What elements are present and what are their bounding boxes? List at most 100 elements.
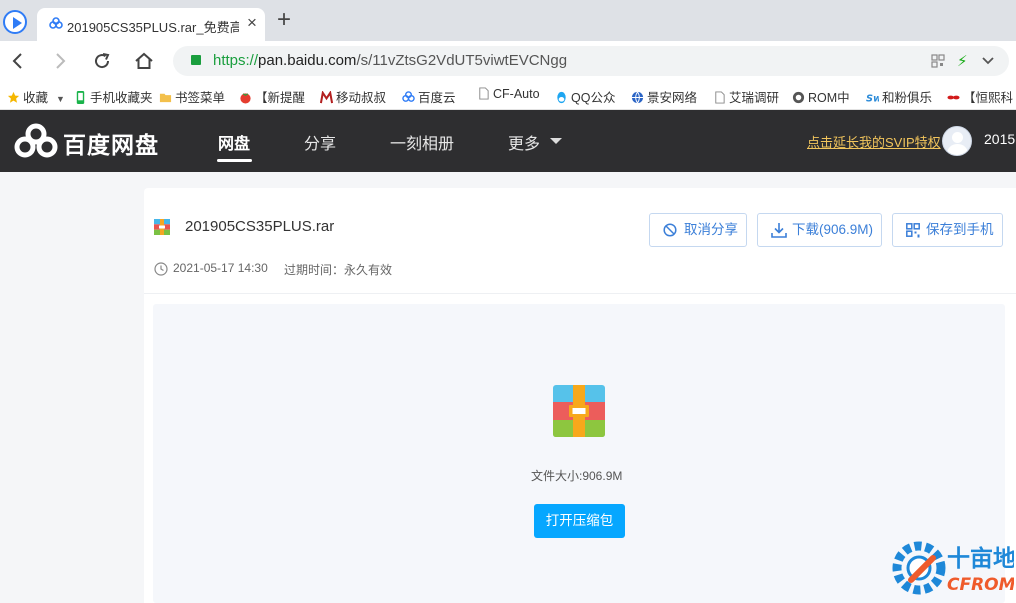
- page-icon: [479, 87, 489, 100]
- bookmark-item[interactable]: ROM中: [792, 87, 854, 105]
- qr-code-icon[interactable]: [931, 54, 945, 68]
- browser-logo-icon[interactable]: [3, 10, 27, 34]
- lightning-icon[interactable]: ⚡: [957, 52, 968, 70]
- bookmark-item[interactable]: 移动叔叔: [320, 87, 388, 105]
- lock-icon: [191, 55, 201, 65]
- bookmark-item[interactable]: 百度云: [402, 87, 460, 105]
- sw-icon: Sw: [866, 94, 879, 104]
- bookmark-item[interactable]: 景安网络: [631, 87, 699, 105]
- watermark-subtitle: CFROM: [947, 575, 1014, 595]
- forward-button[interactable]: [47, 48, 73, 74]
- bookmark-label: 书签菜单: [175, 91, 226, 105]
- browser-tab-strip: 201905CS35PLUS.rar_免费高速 × +: [0, 0, 1016, 41]
- rar-archive-icon: [553, 385, 605, 437]
- nav-share[interactable]: 分享: [304, 130, 336, 154]
- bookmark-label: ROM中: [808, 91, 850, 105]
- chevron-down-icon[interactable]: [981, 51, 995, 71]
- tomato-icon: [240, 93, 251, 104]
- share-file-card: 201905CS35PLUS.rar 2021-05-17 14:30 过期时间…: [144, 188, 1016, 603]
- page-icon: [715, 91, 725, 104]
- open-archive-button[interactable]: 打开压缩包: [534, 504, 625, 538]
- svg-text:Sw: Sw: [866, 94, 879, 104]
- url-text[interactable]: https://pan.baidu.com/s/11vZtsG2VdUT5viw…: [213, 52, 567, 69]
- bookmark-label: 百度云: [418, 91, 456, 105]
- svip-extend-link[interactable]: 点击延长我的SVIP特权: [807, 132, 941, 151]
- bookmark-label: 【恒熙科: [963, 91, 1014, 105]
- site-watermark-logo: 十亩地 CFROM: [892, 541, 1014, 595]
- file-name: 201905CS35PLUS.rar: [185, 218, 335, 235]
- save-to-phone-button[interactable]: 保存到手机: [892, 213, 1003, 247]
- url-scheme: https://: [213, 52, 259, 69]
- ban-icon: [663, 223, 677, 237]
- bookmark-label: QQ公众: [571, 91, 616, 105]
- expire-time: 过期时间：永久有效: [284, 263, 393, 277]
- bookmark-label: 和粉俱乐: [882, 91, 933, 105]
- back-button[interactable]: [5, 48, 31, 74]
- bookmark-label: CF-Auto: [493, 87, 540, 101]
- tab-title: 201905CS35PLUS.rar_免费高速: [67, 20, 239, 35]
- bookmark-item[interactable]: 【新提醒: [239, 87, 307, 105]
- bookmark-item[interactable]: 【恒熙科: [947, 87, 1016, 105]
- baidu-cloud-icon: [402, 91, 415, 102]
- bookmark-item[interactable]: 书签菜单: [159, 87, 231, 105]
- clock-icon: [154, 262, 168, 276]
- cancel-share-label: 取消分享: [684, 222, 738, 237]
- qr-code-icon: [906, 223, 920, 238]
- bookmark-label: 景安网络: [647, 91, 698, 105]
- home-button[interactable]: [131, 48, 157, 74]
- m-logo-icon: [320, 91, 333, 104]
- caret-down-icon[interactable]: [550, 138, 562, 144]
- phone-icon: [76, 91, 85, 104]
- red-logo-icon: [947, 95, 960, 100]
- divider: [144, 293, 1016, 294]
- rar-file-icon: [154, 219, 170, 235]
- bookmark-item[interactable]: CF-Auto: [477, 87, 540, 105]
- address-bar[interactable]: https://pan.baidu.com/s/11vZtsG2VdUT5viw…: [173, 46, 1009, 76]
- forward-arrow-icon: [56, 53, 66, 69]
- save-to-phone-label: 保存到手机: [926, 222, 994, 237]
- download-button[interactable]: 下载(906.9M): [757, 213, 882, 247]
- avatar[interactable]: [942, 126, 972, 156]
- bookmark-item[interactable]: 艾瑞调研: [713, 87, 779, 105]
- bookmarks-bar: 收藏 ▼ 手机收藏夹 书签菜单 【新提醒 移动叔叔 百度云 CF-Auto QQ公…: [0, 81, 1016, 110]
- browser-toolbar: https://pan.baidu.com/s/11vZtsG2VdUT5viw…: [0, 41, 1016, 81]
- brand-name[interactable]: 百度网盘: [63, 126, 159, 160]
- qq-icon: [557, 91, 566, 104]
- bookmark-item[interactable]: QQ公众: [555, 87, 618, 105]
- cancel-share-button[interactable]: 取消分享: [649, 213, 747, 247]
- nav-more[interactable]: 更多: [508, 130, 540, 154]
- download-label: 下载(906.9M): [792, 222, 874, 237]
- site-header: 百度网盘 网盘 分享 一刻相册 更多 点击延长我的SVIP特权 2015: [0, 110, 1016, 172]
- bookmark-item[interactable]: Sw和粉俱乐: [866, 87, 936, 105]
- bookmark-label: 手机收藏夹: [90, 91, 153, 105]
- home-icon: [135, 52, 153, 69]
- reload-button[interactable]: [89, 48, 115, 74]
- url-host: pan.baidu.com: [258, 52, 357, 69]
- bookmark-label: 移动叔叔: [336, 91, 387, 105]
- baidu-cloud-icon: [49, 17, 63, 29]
- nav-active-indicator: [217, 159, 252, 162]
- browser-tab-active[interactable]: 201905CS35PLUS.rar_免费高速 ×: [37, 8, 265, 41]
- new-tab-button[interactable]: +: [273, 8, 295, 32]
- tab-close-icon[interactable]: ×: [243, 13, 261, 33]
- share-date: 2021-05-17 14:30: [173, 261, 268, 275]
- reload-icon: [95, 53, 110, 69]
- nav-netdisk[interactable]: 网盘: [218, 130, 250, 154]
- star-icon: [7, 91, 20, 103]
- rom-icon: [792, 91, 805, 104]
- bookmark-label: 艾瑞调研: [729, 91, 779, 105]
- file-size: 文件大小:906.9M: [531, 469, 623, 483]
- bookmark-favorites[interactable]: 收藏 ▼: [7, 87, 65, 105]
- back-arrow-icon: [12, 53, 22, 69]
- username[interactable]: 2015: [984, 131, 1015, 147]
- nav-moment-album[interactable]: 一刻相册: [390, 130, 454, 154]
- bookmark-label: 【新提醒: [255, 91, 306, 105]
- url-path: /s/11vZtsG2VdUT5viwtEVCNgg: [356, 52, 568, 69]
- download-icon: [771, 223, 787, 238]
- bookmark-item[interactable]: 手机收藏夹: [74, 87, 154, 105]
- file-preview-area: 文件大小:906.9M 打开压缩包: [153, 304, 1005, 603]
- watermark-title: 十亩地: [947, 545, 1014, 572]
- baidu-netdisk-logo-icon[interactable]: [14, 123, 58, 159]
- bookmark-label: 收藏: [23, 91, 49, 105]
- globe-icon: [631, 91, 644, 104]
